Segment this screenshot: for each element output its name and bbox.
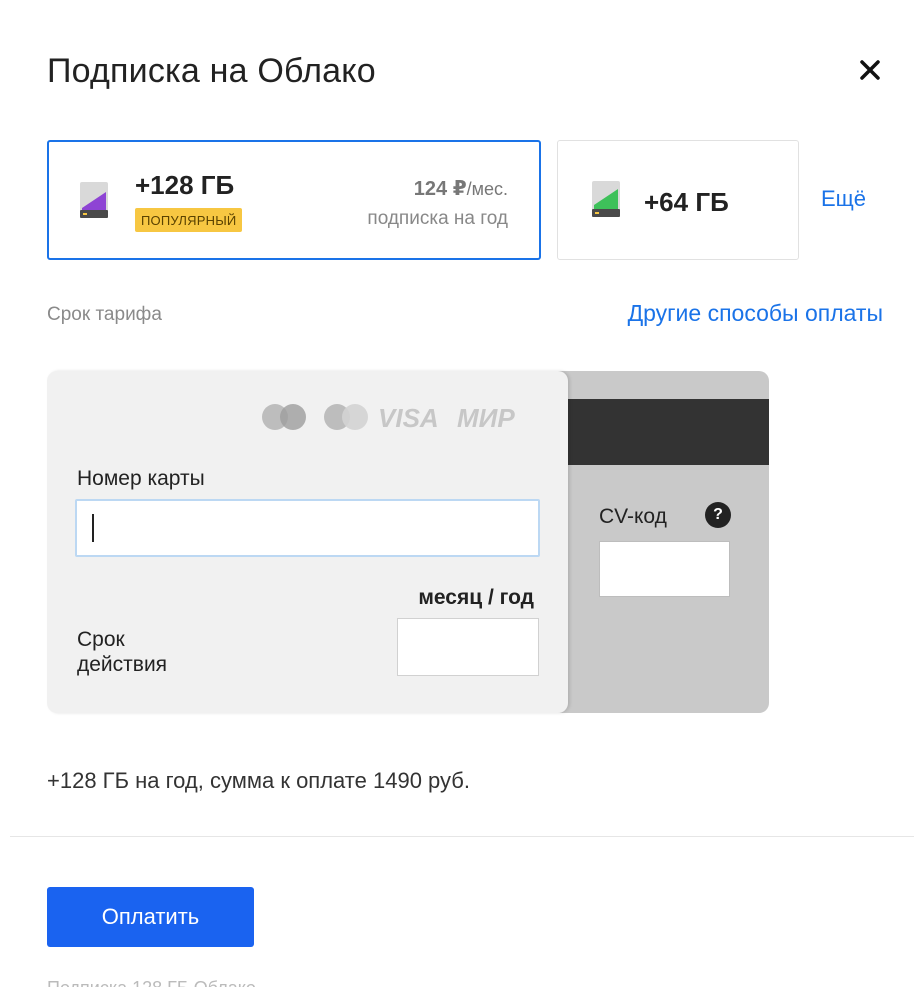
- dialog-title: Подписка на Облако: [47, 52, 376, 90]
- expiry-label-line2: действия: [77, 653, 168, 676]
- month-year-label: месяц / год: [418, 586, 534, 609]
- plan-card-64gb[interactable]: +64 ГБ: [557, 140, 799, 260]
- divider: [10, 836, 914, 837]
- text-caret: [92, 514, 94, 542]
- help-icon[interactable]: ?: [705, 502, 731, 528]
- close-icon: [860, 60, 880, 80]
- cv-input[interactable]: [599, 541, 730, 597]
- plan-size: +64 ГБ: [644, 187, 729, 217]
- mastercard-icon: [262, 404, 306, 430]
- plan-price: 124 ₽/мес.: [414, 176, 508, 201]
- close-button[interactable]: [852, 52, 888, 88]
- term-label: Срок тарифа: [47, 304, 162, 325]
- drive-green-icon: [592, 181, 620, 217]
- plan-size: +128 ГБ: [135, 170, 235, 200]
- cv-label: CV-код: [599, 505, 667, 528]
- card-logos: VISA МИР: [262, 403, 515, 433]
- expiry-label-line1: Срок: [77, 628, 125, 651]
- maestro-icon: [324, 404, 368, 430]
- card-front: VISA МИР Номер карты месяц / год Срок де…: [47, 371, 568, 713]
- price-amount: 124 ₽: [413, 178, 467, 200]
- card-number-input[interactable]: [75, 499, 540, 557]
- card-number-label: Номер карты: [77, 467, 205, 490]
- other-payment-methods-link[interactable]: Другие способы оплаты: [628, 300, 883, 327]
- footnote: Подписка 128 ГБ Облако: [47, 978, 256, 987]
- pay-button[interactable]: Оплатить: [47, 887, 254, 947]
- mir-logo: МИР: [457, 403, 515, 433]
- popular-badge: ПОПУЛЯРНЫЙ: [135, 208, 243, 232]
- expiry-input[interactable]: [397, 618, 539, 676]
- price-note: подписка на год: [367, 208, 508, 229]
- expiry-label: Срок действия: [77, 627, 207, 677]
- drive-purple-icon: [80, 182, 108, 218]
- more-plans-link[interactable]: Ещё: [821, 186, 866, 212]
- visa-logo: VISA: [378, 403, 439, 433]
- plan-card-128gb[interactable]: +128 ГБ ПОПУЛЯРНЫЙ 124 ₽/мес. подписка н…: [47, 140, 541, 260]
- subscription-dialog: Подписка на Облако +128 ГБ ПОПУЛЯРНЫЙ 12…: [0, 0, 914, 987]
- payment-summary: +128 ГБ на год, сумма к оплате 1490 руб.: [47, 768, 470, 793]
- price-period: /мес.: [466, 179, 508, 199]
